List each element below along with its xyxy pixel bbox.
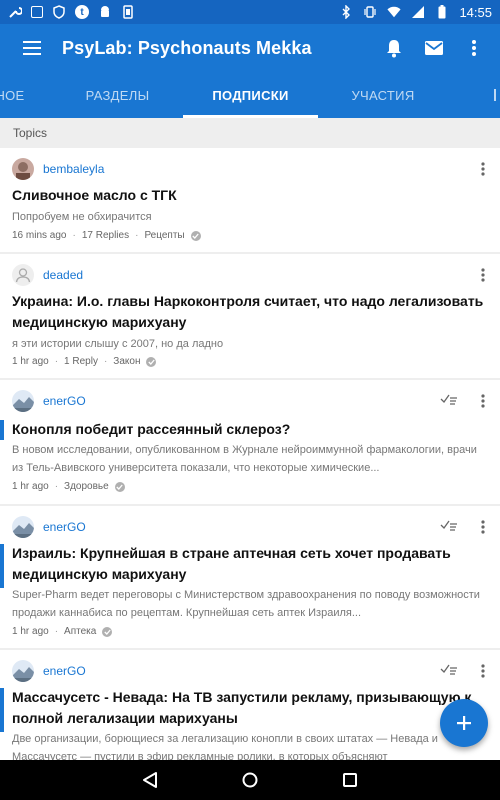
mark-read-icon[interactable] bbox=[440, 662, 458, 678]
app-title: PsyLab: Psychonauts Mekka bbox=[62, 37, 312, 58]
signal-icon bbox=[411, 5, 425, 19]
tab-new[interactable]: НОЕ bbox=[0, 72, 40, 118]
overflow-icon bbox=[481, 394, 485, 408]
home-button[interactable] bbox=[230, 760, 270, 800]
topic-time: 1 hr ago bbox=[12, 481, 49, 492]
hamburger-icon bbox=[23, 41, 41, 55]
tab-bar: НОЕ РАЗДЕЛЫ ПОДПИСКИ УЧАСТИЯ bbox=[0, 72, 500, 118]
wifi-icon bbox=[387, 5, 402, 19]
topic-meta: 1 hr ago · Аптека bbox=[12, 626, 113, 637]
topic-replies: 17 Replies bbox=[81, 230, 130, 241]
recents-icon bbox=[343, 773, 357, 787]
author-name[interactable]: deaded bbox=[43, 268, 83, 282]
overflow-menu-button[interactable] bbox=[454, 28, 494, 68]
check-icon bbox=[146, 356, 157, 367]
back-icon bbox=[143, 772, 157, 788]
topic-card[interactable]: bembaleyla Сливочное масло с ТГК Попробу… bbox=[0, 148, 500, 252]
check-icon bbox=[190, 230, 201, 241]
messages-button[interactable] bbox=[414, 28, 454, 68]
overflow-icon bbox=[481, 520, 485, 534]
avatar[interactable] bbox=[12, 264, 34, 286]
image-icon bbox=[31, 6, 43, 18]
notifications-button[interactable] bbox=[374, 28, 414, 68]
topic-excerpt: Super-Pharm ведет переговоры с Министерс… bbox=[12, 589, 480, 619]
topic-title[interactable]: Массачусетс - Невада: На ТВ запустили ре… bbox=[12, 687, 486, 729]
menu-button[interactable] bbox=[8, 24, 56, 72]
new-topic-fab[interactable] bbox=[440, 699, 488, 747]
plus-icon bbox=[457, 716, 471, 730]
author-name[interactable]: enerGO bbox=[43, 394, 86, 408]
mail-icon bbox=[425, 41, 443, 55]
avatar[interactable] bbox=[12, 516, 34, 538]
android-icon bbox=[98, 5, 112, 19]
topic-category: Аптека bbox=[64, 626, 97, 637]
topic-excerpt: я эти истории слышу с 2007, но да ладно bbox=[12, 338, 224, 350]
overflow-icon bbox=[481, 664, 485, 678]
author-name[interactable]: bembaleyla bbox=[43, 162, 104, 176]
author-name[interactable]: enerGO bbox=[43, 520, 86, 534]
mark-read-icon[interactable] bbox=[440, 518, 458, 534]
vibrate-icon bbox=[363, 5, 377, 19]
tab-subscriptions[interactable]: ПОДПИСКИ bbox=[183, 72, 318, 118]
topic-time: 16 mins ago bbox=[12, 230, 67, 241]
unread-indicator bbox=[0, 544, 4, 588]
check-icon bbox=[114, 481, 125, 492]
topic-excerpt: В новом исследовании, опубликованном в Ж… bbox=[12, 444, 477, 474]
topic-card[interactable]: enerGO Израиль: Крупнейшая в стране апте… bbox=[0, 506, 500, 648]
topic-meta: 1 hr ago · Здоровье bbox=[12, 481, 125, 492]
author-name[interactable]: enerGO bbox=[43, 664, 86, 678]
unread-indicator bbox=[0, 420, 4, 440]
phone-frame-icon bbox=[121, 5, 135, 19]
bluetooth-icon bbox=[339, 5, 353, 19]
topic-time: 1 hr ago bbox=[12, 356, 49, 367]
tab-participation[interactable]: УЧАСТИЯ bbox=[318, 72, 448, 118]
check-icon bbox=[102, 626, 113, 637]
topic-time: 1 hr ago bbox=[12, 626, 49, 637]
more-options-button[interactable] bbox=[476, 660, 490, 682]
more-options-button[interactable] bbox=[476, 390, 490, 412]
clock: 14:55 bbox=[459, 4, 492, 20]
topic-card[interactable]: enerGO Конопля победит рассеянный склеро… bbox=[0, 380, 500, 504]
more-options-button[interactable] bbox=[476, 264, 490, 286]
topic-meta: 16 mins ago · 17 Replies · Рецепты bbox=[12, 230, 201, 241]
status-bar: t 14:55 bbox=[0, 0, 500, 24]
shield-icon bbox=[52, 5, 66, 19]
topic-card[interactable]: enerGO Массачусетс - Невада: На ТВ запус… bbox=[0, 650, 500, 760]
topic-meta: 1 hr ago · 1 Reply · Закон bbox=[12, 356, 157, 367]
bell-icon bbox=[387, 40, 401, 58]
recents-button[interactable] bbox=[330, 760, 370, 800]
topics-list[interactable]: bembaleyla Сливочное масло с ТГК Попробу… bbox=[0, 148, 500, 760]
topic-replies: 1 Reply bbox=[64, 356, 98, 367]
topic-category: Закон bbox=[113, 356, 141, 367]
avatar[interactable] bbox=[12, 158, 34, 180]
battery-icon bbox=[435, 5, 449, 19]
wrench-icon bbox=[8, 5, 22, 19]
topic-title[interactable]: Израиль: Крупнейшая в стране аптечная се… bbox=[12, 543, 486, 585]
more-options-button[interactable] bbox=[476, 516, 490, 538]
topic-card[interactable]: deaded Украина: И.о. главы Наркоконтроля… bbox=[0, 254, 500, 378]
system-nav-bar bbox=[0, 760, 500, 800]
topic-title[interactable]: Сливочное масло с ТГК bbox=[12, 185, 486, 206]
overflow-icon bbox=[481, 268, 485, 282]
home-icon bbox=[242, 772, 258, 788]
back-button[interactable] bbox=[130, 760, 170, 800]
topic-category: Здоровье bbox=[64, 481, 109, 492]
tumblr-icon: t bbox=[75, 5, 89, 19]
overflow-icon bbox=[481, 162, 485, 176]
topic-excerpt: Попробуем не обхирачится bbox=[12, 211, 152, 223]
mark-read-icon[interactable] bbox=[440, 392, 458, 408]
unread-indicator bbox=[0, 688, 4, 732]
avatar[interactable] bbox=[12, 660, 34, 682]
overflow-icon bbox=[472, 40, 476, 56]
topic-title[interactable]: Конопля победит рассеянный склероз? bbox=[12, 419, 486, 440]
topic-category: Рецепты bbox=[144, 230, 185, 241]
topic-excerpt: Две организации, борющиеся за легализаци… bbox=[12, 733, 438, 760]
app-bar: PsyLab: Psychonauts Mekka bbox=[0, 24, 500, 72]
topic-title[interactable]: Украина: И.о. главы Наркоконтроля считае… bbox=[12, 291, 486, 333]
avatar[interactable] bbox=[12, 390, 34, 412]
section-header: Topics bbox=[0, 118, 500, 148]
tab-more[interactable] bbox=[480, 72, 500, 118]
more-options-button[interactable] bbox=[476, 158, 490, 180]
tab-sections[interactable]: РАЗДЕЛЫ bbox=[50, 72, 185, 118]
